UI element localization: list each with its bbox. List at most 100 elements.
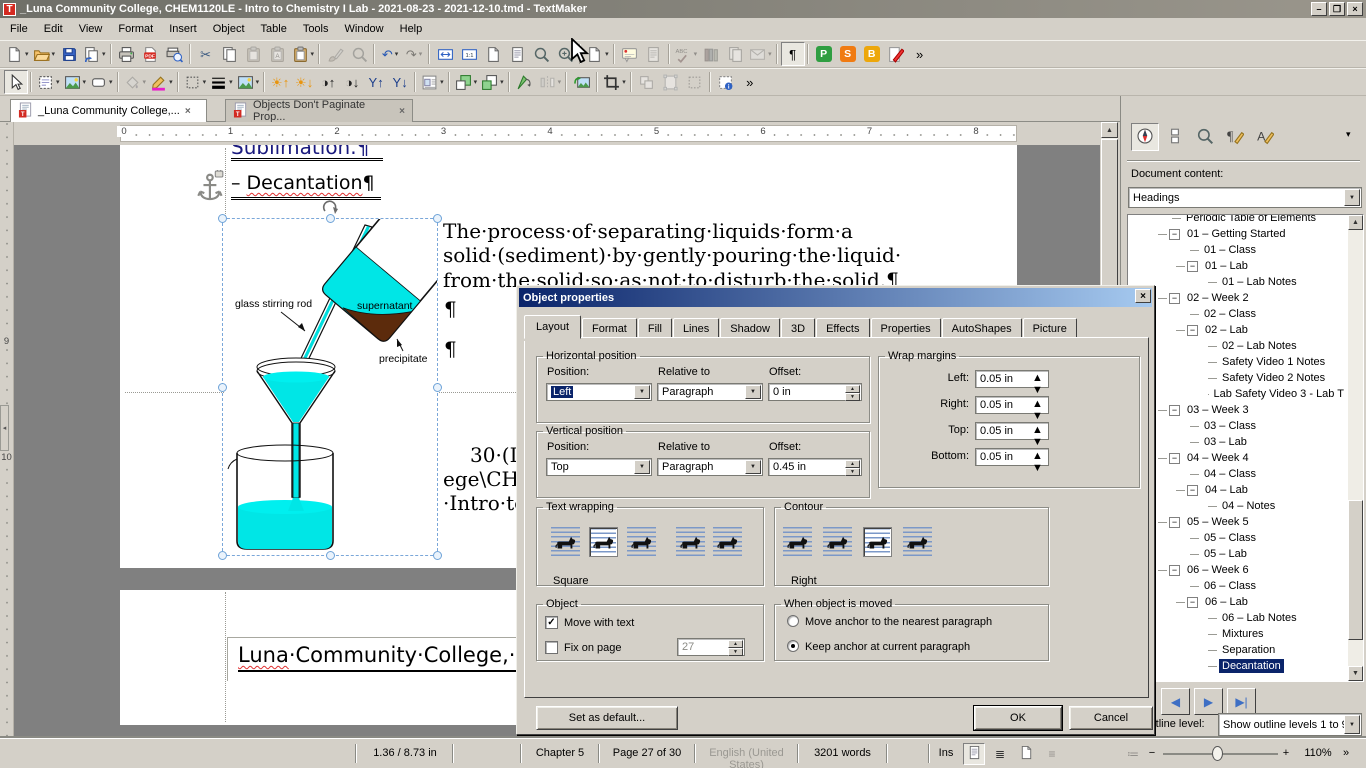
item[interactable] [628,70,635,94]
contour-option-2[interactable] [863,527,892,557]
flip-object-button[interactable] [537,70,564,94]
redo-button[interactable]: ↷ [402,42,426,66]
formatting-marks-button[interactable]: ¶ [781,42,805,66]
tree-item[interactable]: −04 – Lab [1128,482,1347,498]
pages-panel-button[interactable] [1161,123,1189,151]
text-wrapping-option-2[interactable] [627,527,656,557]
outline-level-select[interactable]: Show outline levels 1 to 9▼ [1218,713,1362,736]
dialog-tab[interactable]: Picture [1023,318,1077,339]
item[interactable] [28,70,35,94]
cancel-button[interactable]: Cancel [1069,706,1153,730]
text-wrapping-option-3[interactable] [676,527,705,557]
tree-item[interactable]: −Safety Video 2 Notes [1128,370,1347,386]
tree-item[interactable]: −05 – Class [1128,530,1347,546]
goto-last-button[interactable]: ▶| [1227,688,1256,715]
selected-image-frame[interactable]: glass stirring rod supernatant precipita… [222,218,438,556]
continuous-view-status-button[interactable]: ≣ [989,743,1011,765]
resize-handle[interactable] [218,551,227,560]
v-position-select[interactable]: Top▼ [546,458,652,476]
search-panel-button[interactable] [1191,123,1219,151]
tree-item[interactable]: −Separation [1128,642,1347,658]
v-relative-select[interactable]: Paragraph▼ [657,458,763,476]
tree-item[interactable]: −06 – Class [1128,578,1347,594]
contrast-up-button[interactable]: ◑↑ [316,70,340,94]
spin-down-icon[interactable]: ▼ [845,393,860,401]
item[interactable] [506,70,513,94]
document-tab-active[interactable]: T _Luna Community College,... × [10,99,207,122]
tree-item[interactable]: −03 – Week 3 [1128,402,1347,418]
collapse-icon[interactable]: − [1187,261,1198,272]
open-button[interactable] [31,42,58,66]
set-as-default-button[interactable]: Set as default... [536,706,678,730]
menu-table[interactable]: Table [253,20,295,38]
dialog-tab[interactable]: AutoShapes [942,318,1022,339]
item[interactable] [707,70,714,94]
copy-button[interactable] [218,42,242,66]
collapse-icon[interactable]: − [1187,597,1198,608]
tree-item[interactable]: −01 – Getting Started [1128,226,1347,242]
thesaurus-button[interactable] [699,42,723,66]
preview-view-button[interactable] [1015,743,1037,765]
tree-item[interactable]: −Decantation [1128,658,1347,674]
bring-forward-button[interactable] [453,70,480,94]
dialog-tab[interactable]: Effects [816,318,869,339]
dialog-tab[interactable]: Lines [673,318,719,339]
contour-option-0[interactable] [783,527,812,557]
spin-up-icon[interactable]: ▲ [845,460,860,468]
spin-up-icon[interactable]: ▲ [1032,372,1047,384]
resize-handle[interactable] [433,551,442,560]
save-button[interactable] [57,42,81,66]
document-tab-inactive[interactable]: T Objects Don't Paginate Prop... × [225,99,413,122]
collapse-icon[interactable]: − [1169,293,1180,304]
h-position-select[interactable]: Left▼ [546,383,652,401]
page-number-status[interactable]: Page 27 of 30 [601,747,693,759]
move-with-text-checkbox[interactable]: ✓ [545,616,558,629]
cut-button[interactable]: ✂ [194,42,218,66]
send-backward-button[interactable] [479,70,506,94]
fill-color-button[interactable] [122,70,149,94]
item[interactable] [594,70,601,94]
item[interactable] [371,42,378,66]
text-wrap-button[interactable] [419,70,446,94]
navigator-tool-button[interactable] [1131,123,1159,151]
paste-special-button[interactable] [290,42,317,66]
reset-picture-button[interactable] [570,70,594,94]
chevron-down-icon[interactable]: ▼ [1344,715,1360,734]
scroll-up-icon[interactable]: ▲ [1101,122,1118,138]
tree-item[interactable]: −Lab Safety Video 3 - Lab T [1128,386,1347,402]
spin-down-icon[interactable]: ▼ [1032,462,1047,474]
frame-border-button[interactable] [683,70,707,94]
print-button[interactable] [115,42,139,66]
spin-up-icon[interactable]: ▲ [1032,424,1047,436]
restore-button[interactable]: ❐ [1329,2,1345,16]
toolbar2-overflow-button[interactable]: » [738,70,762,94]
menu-object[interactable]: Object [205,20,253,38]
tree-item[interactable]: −Mixtures [1128,626,1347,642]
tab-close-icon[interactable]: × [185,106,191,117]
tree-item[interactable]: −01 – Lab [1128,258,1347,274]
planmaker-button[interactable]: P [812,42,836,66]
brightness-down-button[interactable]: ☀↓ [292,70,316,94]
tree-item[interactable]: −Safety Video 1 Notes [1128,354,1347,370]
item[interactable] [805,42,812,66]
collapse-icon[interactable]: − [1169,453,1180,464]
zoom-in-button[interactable] [553,42,577,66]
chevron-down-icon[interactable]: ▼ [745,385,761,399]
dialog-tab[interactable]: Shadow [720,318,780,339]
tree-scroll-down-icon[interactable]: ▼ [1348,666,1363,681]
item[interactable] [175,70,182,94]
dialog-tab[interactable]: 3D [781,318,815,339]
item[interactable] [426,42,433,66]
margin-spinner[interactable]: 0.05 in▲▼ [975,448,1049,466]
dialog-tab[interactable]: Fill [638,318,672,339]
tree-item[interactable]: −02 – Week 2 [1128,290,1347,306]
dialog-close-icon[interactable]: × [1135,289,1151,303]
chevron-down-icon[interactable]: ▼ [634,460,650,474]
menu-format[interactable]: Format [110,20,161,38]
resize-handle[interactable] [218,214,227,223]
fit-width-button[interactable] [433,42,457,66]
tree-item[interactable]: −03 – Class [1128,418,1347,434]
tab-close-icon[interactable]: × [399,106,405,117]
zoom-slider-knob[interactable] [1212,746,1223,761]
tree-item[interactable]: −05 – Lab [1128,546,1347,562]
